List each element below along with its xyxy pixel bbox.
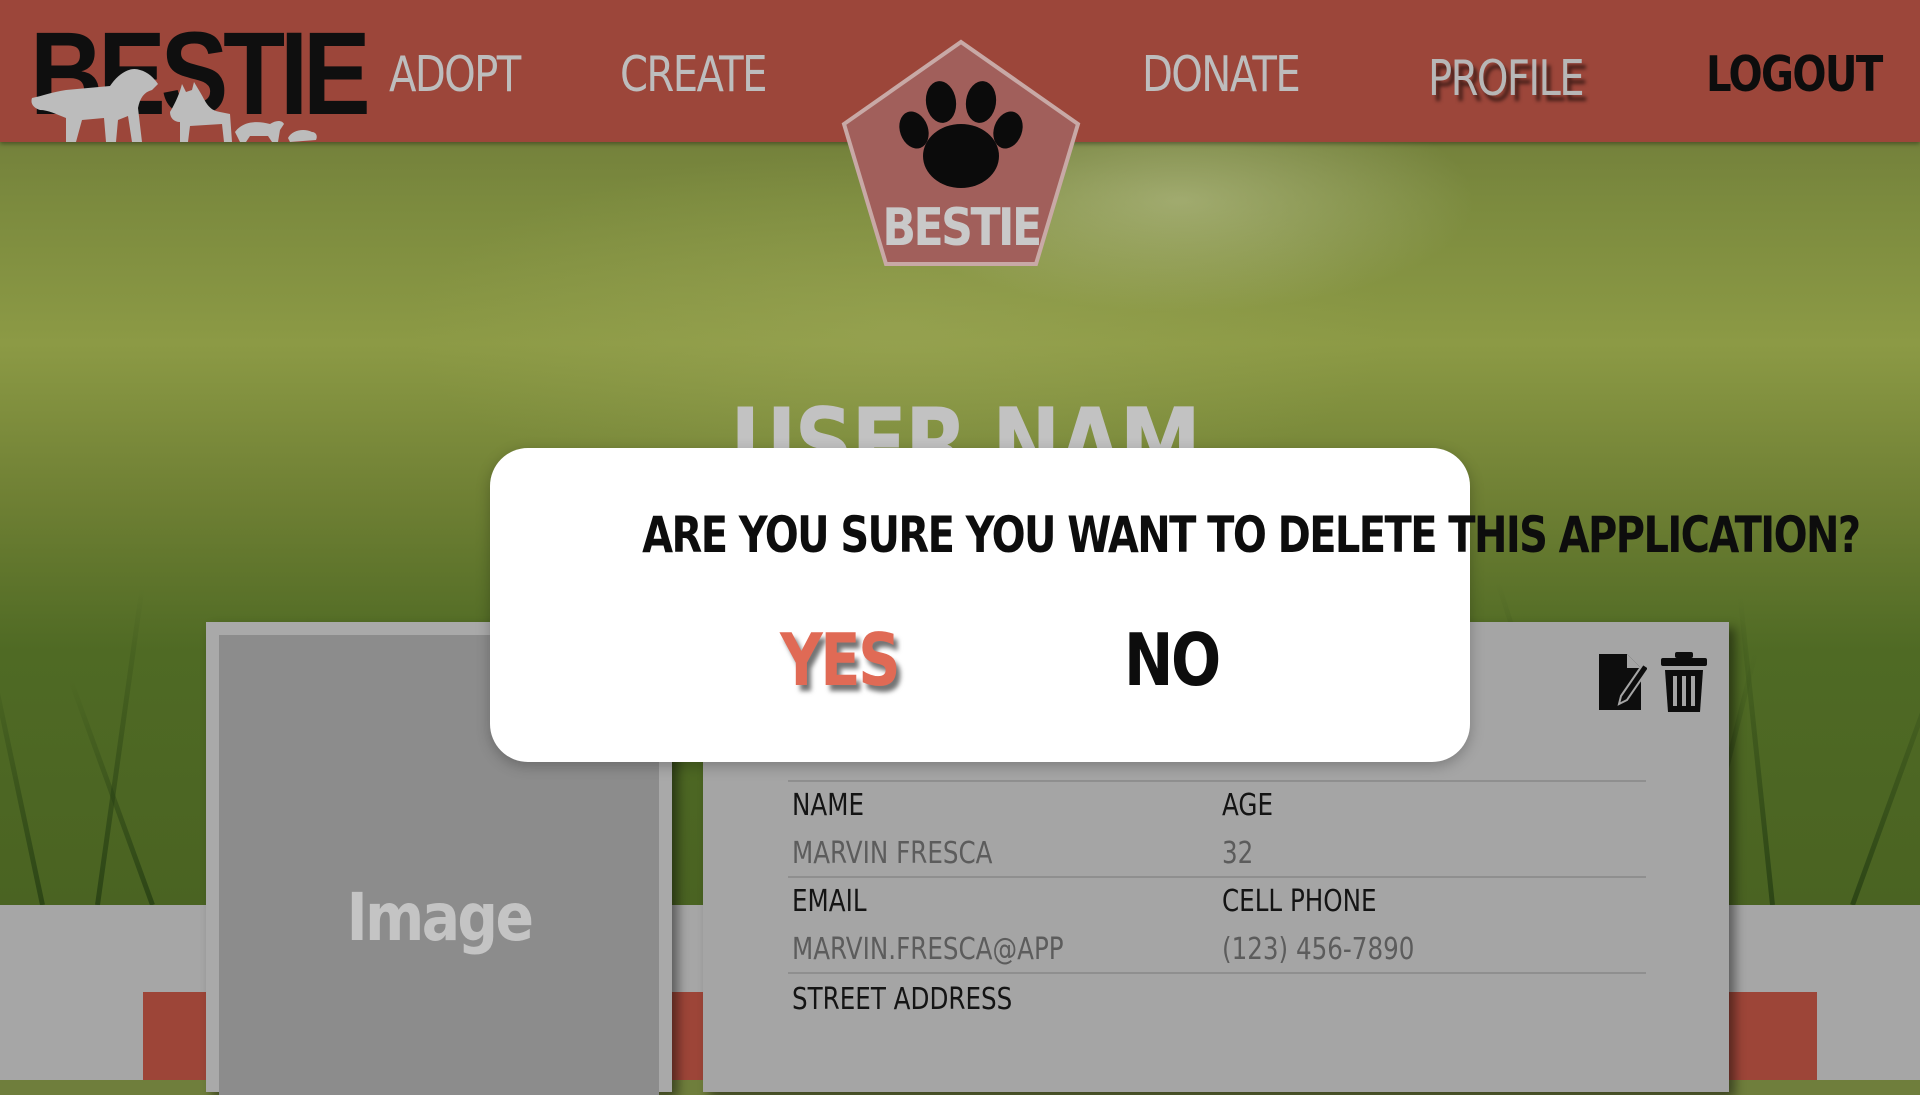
delete-confirmation-dialog: ARE YOU SURE YOU WANT TO DELETE THIS APP… — [490, 448, 1861, 762]
home-badge[interactable]: BESTIE — [838, 38, 1084, 268]
email-label: EMAIL — [792, 884, 867, 919]
confirm-yes-button[interactable]: YES — [780, 618, 924, 702]
name-value: MARVIN FRESCA — [792, 836, 993, 871]
street-address-label: STREET ADDRESS — [792, 982, 1013, 1017]
brand-logo[interactable]: BESTIE — [30, 15, 371, 142]
cell-phone-label: CELL PHONE — [1222, 884, 1377, 919]
age-value: 32 — [1222, 836, 1254, 871]
badge-label: BESTIE — [882, 198, 1042, 258]
dialog-question: ARE YOU SURE YOU WANT TO DELETE THIS APP… — [490, 506, 1861, 564]
username-text: USER NAME — [730, 396, 1200, 448]
details-row-email-phone: EMAIL MARVIN.FRESCA@APP CELL PHONE (123)… — [788, 876, 1646, 974]
trash-icon[interactable] — [1659, 650, 1709, 714]
nav-donate[interactable]: DONATE — [1142, 46, 1301, 103]
image-placeholder-label: Image — [346, 879, 534, 956]
profile-username: USER NAME — [730, 396, 1200, 448]
yes-label: YES — [780, 618, 901, 702]
nav-logout[interactable]: LOGOUT — [1706, 46, 1883, 103]
nav-adopt[interactable]: ADOPT — [389, 46, 521, 103]
floor-band-right — [1729, 992, 1817, 1080]
nav-create[interactable]: CREATE — [620, 46, 767, 103]
animal-silhouettes-icon — [31, 68, 317, 142]
details-row-address: STREET ADDRESS — [788, 972, 1646, 1070]
name-label: NAME — [792, 788, 865, 823]
email-value: MARVIN.FRESCA@APP — [792, 932, 1064, 967]
dialog-question-text: ARE YOU SURE YOU WANT TO DELETE THIS APP… — [642, 506, 1861, 564]
age-label: AGE — [1222, 788, 1274, 823]
nav-profile[interactable]: PROFILE — [1428, 50, 1585, 107]
cell-phone-value: (123) 456-7890 — [1222, 932, 1415, 967]
details-row-name-age: NAME MARVIN FRESCA AGE 32 — [788, 780, 1646, 878]
edit-document-icon[interactable] — [1597, 650, 1647, 714]
confirm-no-button[interactable]: NO — [1124, 618, 1239, 702]
no-label: NO — [1124, 618, 1221, 702]
